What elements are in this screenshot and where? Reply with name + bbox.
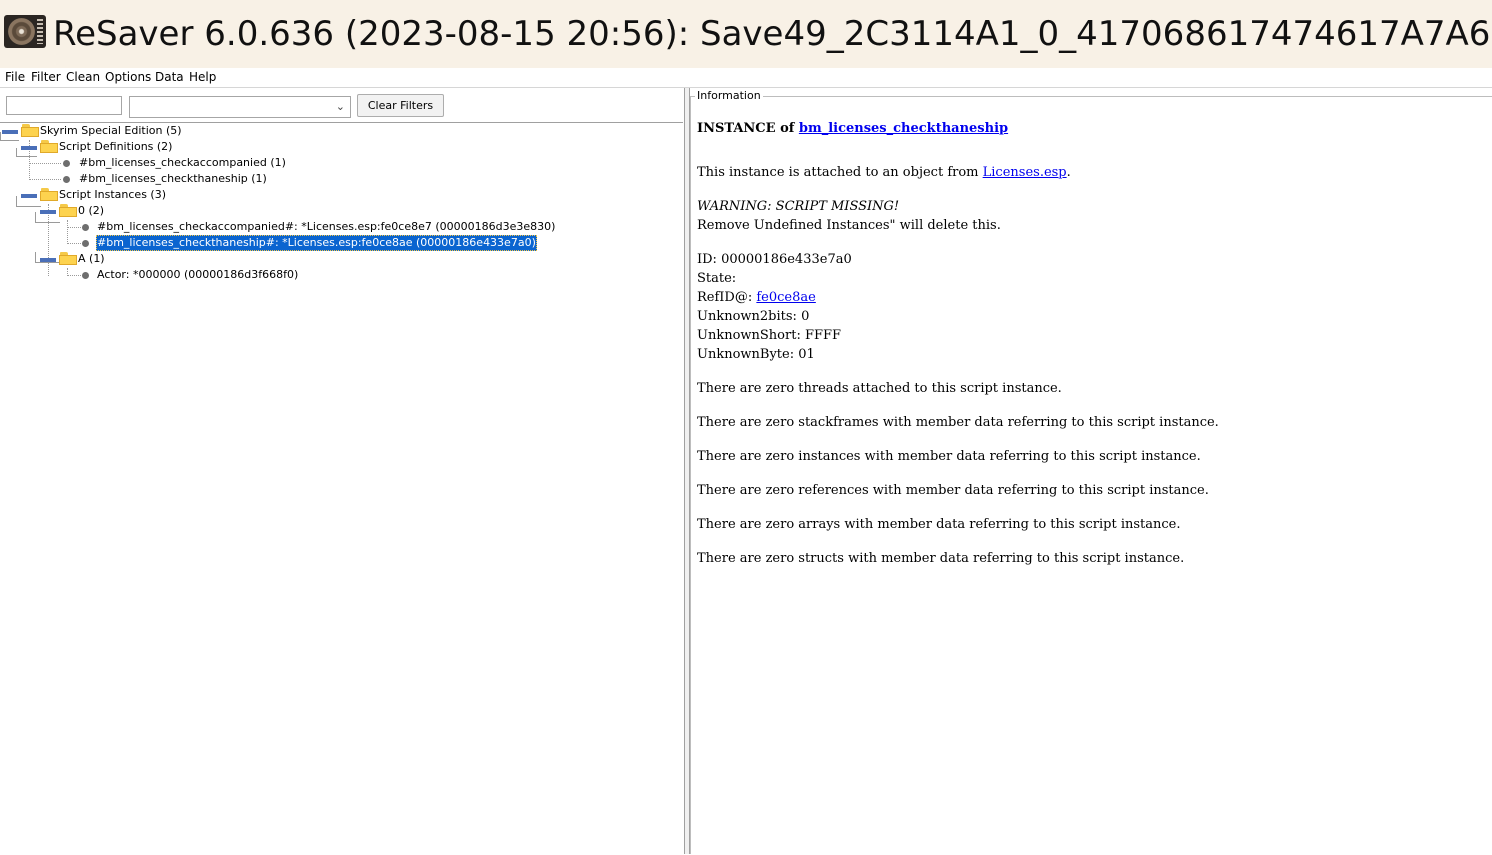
collapse-icon[interactable] — [40, 210, 56, 214]
collapse-icon[interactable] — [40, 258, 56, 262]
id-line: ID: 00000186e433e7a0 — [697, 252, 852, 267]
window-title: ReSaver 6.0.636 (2023-08-15 20:56): Save… — [53, 14, 1492, 54]
tree-connector — [67, 243, 81, 244]
menu-data[interactable]: Data — [155, 69, 184, 86]
information-panel: Information INSTANCE of bm_licenses_chec… — [690, 88, 1492, 854]
refid-line: RefID@: fe0ce8ae — [697, 290, 816, 306]
tree-node-group-0[interactable]: 0 (2) — [78, 203, 104, 219]
arrays-line: There are zero arrays with member data r… — [697, 517, 1181, 532]
tree-node-actor[interactable]: Actor: *000000 (00000186d3f668f0) — [97, 267, 298, 283]
collapse-icon[interactable] — [2, 130, 18, 134]
attached-suffix: . — [1066, 165, 1071, 180]
tree-node-root[interactable]: Skyrim Special Edition (5) — [40, 123, 182, 139]
threads-line: There are zero threads attached to this … — [697, 381, 1062, 396]
information-legend: Information — [695, 89, 763, 103]
references-line: There are zero references with member da… — [697, 483, 1209, 498]
remove-note: Remove Undefined Instances" will delete … — [697, 218, 1001, 233]
tree-node-definition[interactable]: #bm_licenses_checkaccompanied (1) — [79, 155, 286, 171]
structs-line: There are zero structs with member data … — [697, 551, 1185, 566]
menu-file[interactable]: File — [5, 69, 25, 86]
bullet-icon — [82, 272, 89, 279]
folder-icon — [21, 124, 39, 137]
menu-filter[interactable]: Filter — [31, 69, 61, 86]
menu-bar: File Filter Clean Options Data Help — [0, 68, 1492, 88]
attached-text: This instance is attached to an object f… — [697, 165, 983, 180]
tree-node-definition[interactable]: #bm_licenses_checkthaneship (1) — [79, 171, 267, 187]
instance-heading: INSTANCE of bm_licenses_checkthaneship — [697, 121, 1008, 137]
folder-icon — [40, 188, 58, 201]
tree-node-script-instances[interactable]: Script Instances (3) — [59, 187, 166, 203]
bullet-icon — [63, 176, 70, 183]
refid-label: RefID@: — [697, 290, 757, 305]
bullet-icon — [82, 224, 89, 231]
tree-node-group-a[interactable]: A (1) — [78, 251, 105, 267]
hard-drive-icon — [4, 15, 46, 48]
chevron-down-icon[interactable]: ⌄ — [336, 100, 345, 113]
unknownshort-line: UnknownShort: FFFF — [697, 328, 842, 343]
tree-connector — [67, 220, 68, 244]
menu-options[interactable]: Options — [105, 69, 151, 86]
attached-line: This instance is attached to an object f… — [697, 165, 1071, 181]
filter-combo[interactable]: ⌄ — [129, 96, 351, 118]
filter-text-input[interactable] — [6, 96, 122, 115]
state-line: State: — [697, 271, 737, 286]
bullet-icon — [63, 160, 70, 167]
menu-clean[interactable]: Clean — [66, 69, 100, 86]
filter-row: ⌄ Clear Filters — [0, 88, 684, 122]
instance-prefix: INSTANCE of — [697, 121, 799, 136]
menu-help[interactable]: Help — [189, 69, 216, 86]
save-tree[interactable]: Skyrim Special Edition (5) Script Defini… — [0, 122, 683, 855]
clear-filters-button[interactable]: Clear Filters — [357, 94, 444, 117]
bullet-icon — [82, 240, 89, 247]
tree-connector — [29, 179, 61, 180]
unknownbyte-line: UnknownByte: 01 — [697, 347, 815, 362]
tree-connector — [67, 275, 81, 276]
title-bar: ReSaver 6.0.636 (2023-08-15 20:56): Save… — [0, 0, 1492, 68]
folder-icon — [40, 140, 58, 153]
unknown2bits-line: Unknown2bits: 0 — [697, 309, 810, 324]
plugin-link[interactable]: Licenses.esp — [983, 165, 1067, 180]
tree-node-instance-selected[interactable]: #bm_licenses_checkthaneship#: *Licenses.… — [96, 235, 537, 251]
folder-icon — [59, 204, 77, 217]
refid-link[interactable]: fe0ce8ae — [756, 290, 815, 305]
collapse-icon[interactable] — [21, 146, 37, 150]
stackframes-line: There are zero stackframes with member d… — [697, 415, 1219, 430]
tree-node-instance[interactable]: #bm_licenses_checkaccompanied#: *License… — [97, 219, 555, 235]
tree-connector — [29, 163, 61, 164]
instances-line: There are zero instances with member dat… — [697, 449, 1201, 464]
tree-node-script-definitions[interactable]: Script Definitions (2) — [59, 139, 172, 155]
collapse-icon[interactable] — [21, 194, 37, 198]
folder-icon — [59, 252, 77, 265]
tree-connector — [67, 227, 81, 228]
left-panel: ⌄ Clear Filters Skyrim Special Edition (… — [0, 88, 685, 855]
warning-text: WARNING: SCRIPT MISSING! — [697, 199, 900, 214]
script-link[interactable]: bm_licenses_checkthaneship — [799, 121, 1008, 136]
